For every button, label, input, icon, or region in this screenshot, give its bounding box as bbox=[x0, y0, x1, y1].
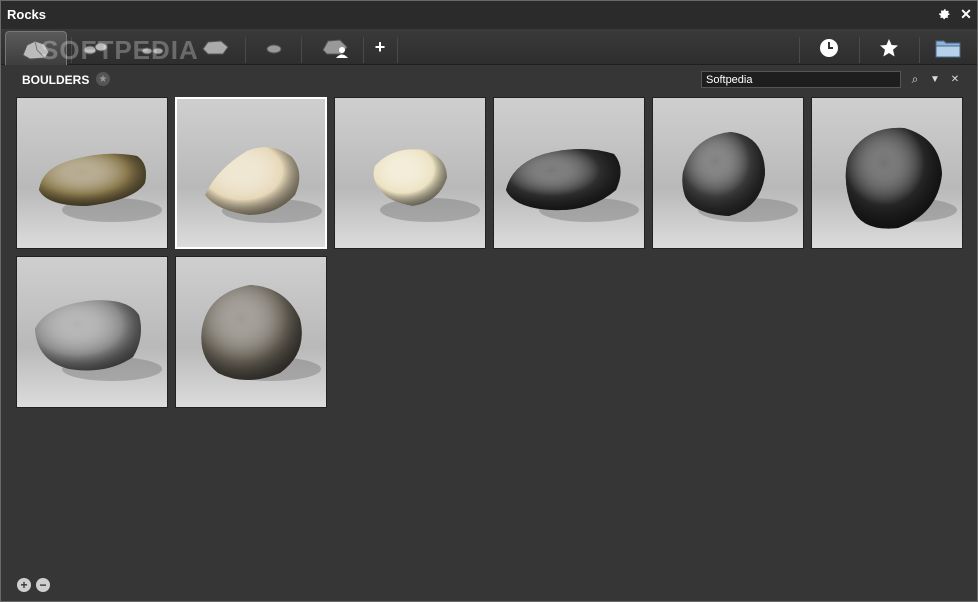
rock-image bbox=[845, 127, 957, 229]
gear-icon[interactable] bbox=[935, 5, 953, 23]
thumbnail-rock-4[interactable] bbox=[493, 97, 645, 249]
rock-image bbox=[201, 285, 321, 381]
star-icon bbox=[880, 39, 898, 57]
favorites-button[interactable] bbox=[871, 31, 907, 65]
window-title: Rocks bbox=[7, 7, 47, 22]
tab-gravel[interactable] bbox=[133, 31, 173, 65]
tab-bar: + bbox=[1, 29, 977, 65]
thumbnail-rock-2[interactable] bbox=[175, 97, 327, 249]
filter-dropdown-icon[interactable]: ▼ bbox=[927, 71, 943, 87]
recent-button[interactable] bbox=[811, 31, 847, 65]
tab-small-rocks[interactable] bbox=[257, 31, 291, 65]
thumbnail-rock-8[interactable] bbox=[175, 256, 327, 408]
rock-image bbox=[682, 132, 798, 222]
close-icon[interactable]: ✕ bbox=[957, 5, 975, 23]
pebbles-icon bbox=[83, 42, 108, 55]
add-tab-button[interactable]: + bbox=[369, 35, 391, 59]
thumbnail-rock-5[interactable] bbox=[652, 97, 804, 249]
stone-icon bbox=[202, 40, 229, 55]
search-input[interactable] bbox=[701, 71, 901, 88]
zoom-in-button[interactable]: + bbox=[17, 578, 31, 592]
rock-image bbox=[39, 153, 162, 222]
tab-boulders[interactable] bbox=[5, 31, 67, 65]
thumbnail-rock-3[interactable] bbox=[334, 97, 486, 249]
thumbnail-rock-7[interactable] bbox=[16, 256, 168, 408]
gravel-icon bbox=[141, 47, 164, 55]
favorite-star-icon[interactable]: ★ bbox=[96, 72, 110, 86]
rock-image bbox=[205, 147, 322, 223]
thumbnail-rock-1[interactable] bbox=[16, 97, 168, 249]
section-title: BOULDERS bbox=[22, 73, 90, 87]
rock-image bbox=[506, 149, 639, 222]
folder-icon bbox=[935, 40, 961, 58]
rocks-window: Rocks ✕ + SOFTPEDIA BOULDERS ★ Softpedia… bbox=[0, 0, 978, 602]
tab-pebbles[interactable] bbox=[77, 31, 117, 65]
thumbnail-rock-6[interactable] bbox=[811, 97, 963, 249]
tab-user-rocks[interactable] bbox=[315, 31, 355, 65]
rock-image bbox=[35, 300, 162, 381]
rock-image bbox=[373, 149, 480, 222]
title-bar: Rocks ✕ bbox=[1, 1, 977, 29]
user-rock-icon bbox=[322, 39, 348, 58]
browse-folder-button[interactable] bbox=[929, 31, 967, 65]
zoom-out-button[interactable]: − bbox=[36, 578, 50, 592]
tab-stones[interactable] bbox=[194, 31, 236, 65]
boulder-icon bbox=[22, 39, 50, 60]
clear-search-icon[interactable]: ✕ bbox=[947, 71, 963, 87]
search-icon[interactable]: ⌕ bbox=[907, 71, 923, 87]
clock-icon bbox=[820, 39, 838, 57]
small-rock-icon bbox=[266, 44, 282, 54]
